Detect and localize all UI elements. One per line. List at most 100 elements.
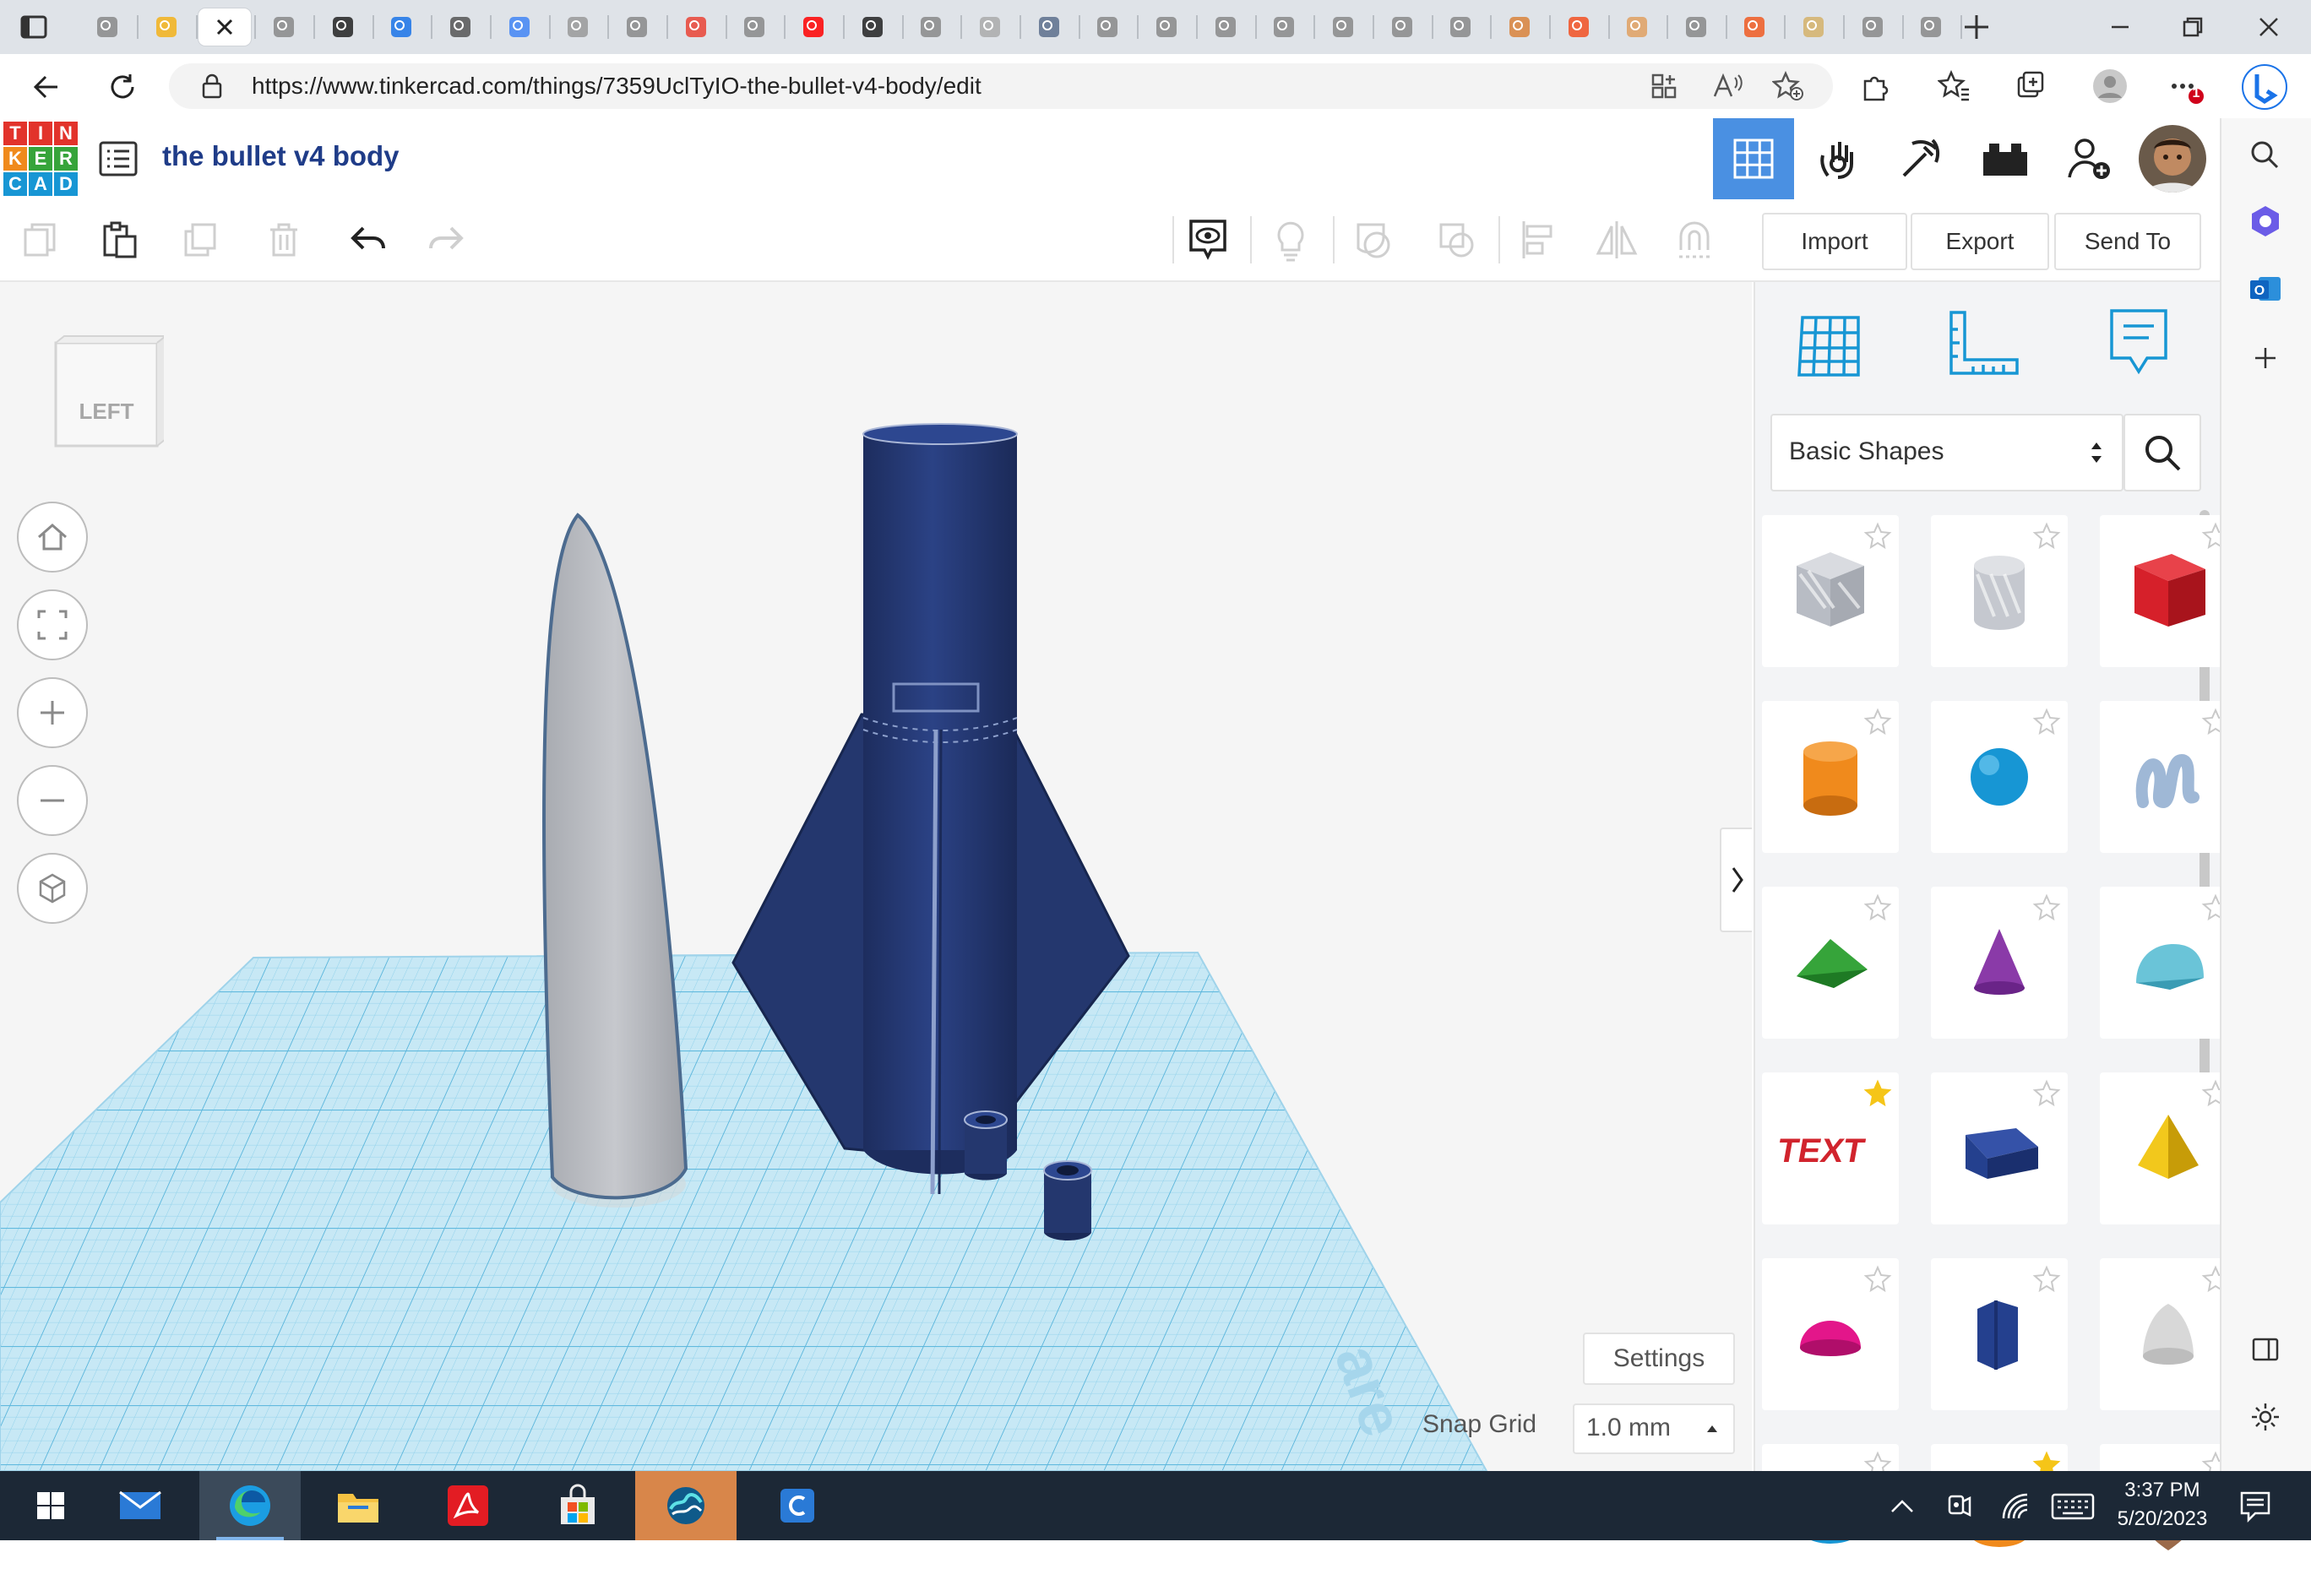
browser-tab[interactable]: [846, 8, 899, 46]
browser-tab[interactable]: [375, 8, 427, 46]
shape-pyramid[interactable]: [2100, 1072, 2237, 1224]
browser-tab[interactable]: [1140, 8, 1193, 46]
shape-cone[interactable]: [1931, 887, 2068, 1039]
fit-view-button[interactable]: [17, 589, 88, 660]
sidebar-add-icon[interactable]: [2247, 339, 2284, 377]
sidebar-settings-icon[interactable]: [2247, 1398, 2284, 1436]
ruler-tool-button[interactable]: [1943, 306, 2024, 382]
notes-tool-button[interactable]: [2105, 306, 2172, 382]
blocks-button[interactable]: [1880, 118, 1961, 199]
favorites-icon[interactable]: [1938, 69, 1971, 103]
browser-tab[interactable]: [1552, 8, 1605, 46]
nosecone-shape[interactable]: [541, 513, 688, 1208]
touch-keyboard-icon[interactable]: [2051, 1491, 2095, 1522]
browser-tab[interactable]: [434, 8, 487, 46]
bricks-button[interactable]: [1965, 118, 2046, 199]
browser-tab[interactable]: [317, 8, 369, 46]
favorite-star-icon[interactable]: [2032, 708, 2061, 736]
group-button[interactable]: [1340, 206, 1407, 274]
browser-tab[interactable]: [493, 8, 546, 46]
shape-paraboloid[interactable]: [2100, 1258, 2237, 1410]
browser-tab[interactable]: [728, 8, 780, 46]
start-button[interactable]: [0, 1471, 101, 1540]
lock-icon[interactable]: [199, 73, 225, 100]
sim-lab-button[interactable]: [1797, 118, 1879, 199]
edge-app-button[interactable]: [199, 1471, 301, 1540]
projection-toggle-button[interactable]: [17, 853, 88, 924]
shape-box-hole[interactable]: [1762, 515, 1899, 667]
favorite-star-icon[interactable]: [1863, 893, 1892, 922]
shape-half-sphere[interactable]: [1762, 1258, 1899, 1410]
shape-round-roof[interactable]: [2100, 887, 2237, 1039]
app-button-active[interactable]: [635, 1471, 737, 1540]
favorite-star-icon[interactable]: [2032, 1079, 2061, 1108]
notes-visibility-button[interactable]: [1174, 206, 1242, 274]
browser-tab[interactable]: [1787, 8, 1840, 46]
cruise-button[interactable]: [1662, 206, 1730, 274]
duplicate-button[interactable]: [167, 206, 235, 274]
shape-polygon[interactable]: [1931, 1258, 2068, 1410]
browser-tab[interactable]: [1670, 8, 1722, 46]
new-tab-icon[interactable]: [1960, 10, 1993, 44]
browser-tab[interactable]: [905, 8, 957, 46]
add-favorite-icon[interactable]: [1772, 71, 1804, 101]
browser-tab[interactable]: [1611, 8, 1663, 46]
browser-tab[interactable]: [964, 8, 1016, 46]
shape-search-button[interactable]: [2123, 414, 2201, 491]
export-button[interactable]: Export: [1911, 213, 2049, 270]
browser-tab[interactable]: [258, 8, 310, 46]
browser-tab[interactable]: [1258, 8, 1310, 46]
align-button[interactable]: [1504, 206, 1571, 274]
mail-app-button[interactable]: [90, 1471, 191, 1540]
wifi-icon[interactable]: [1998, 1490, 2032, 1523]
zoom-out-button[interactable]: [17, 765, 88, 836]
notification-center-icon[interactable]: [2237, 1488, 2274, 1525]
collections-icon[interactable]: [2014, 69, 2047, 103]
browser-tab[interactable]: [1493, 8, 1546, 46]
workplane-viewport[interactable]: are LEFT Settings Snap Grid 1.0 mm: [0, 282, 1752, 1471]
settings-button[interactable]: Settings: [1583, 1333, 1735, 1385]
shape-sphere[interactable]: [1931, 701, 2068, 853]
file-explorer-button[interactable]: [307, 1471, 409, 1540]
browser-tab[interactable]: [670, 8, 722, 46]
c-app-button[interactable]: [747, 1471, 848, 1540]
sidebar-search-icon[interactable]: [2247, 137, 2284, 174]
shape-cylinder[interactable]: [1762, 701, 1899, 853]
favorite-star-icon[interactable]: [2032, 1265, 2061, 1294]
browser-tab[interactable]: [552, 8, 604, 46]
browser-tab[interactable]: [1846, 8, 1899, 46]
restore-icon[interactable]: [2176, 10, 2210, 44]
browser-tab[interactable]: [81, 8, 133, 46]
undo-button[interactable]: [334, 206, 402, 274]
sidebar-discover-icon[interactable]: [2247, 203, 2284, 240]
app-available-icon[interactable]: [1649, 71, 1679, 101]
sidebar-split-icon[interactable]: [2247, 1331, 2284, 1368]
shape-box[interactable]: [2100, 515, 2237, 667]
view-cube[interactable]: LEFT: [49, 333, 164, 454]
system-clock[interactable]: 3:37 PM 5/20/2023: [2103, 1476, 2221, 1534]
read-aloud-icon[interactable]: [1711, 71, 1743, 101]
favorite-star-icon[interactable]: [1863, 1265, 1892, 1294]
favorite-star-icon[interactable]: [2032, 893, 2061, 922]
browser-tab[interactable]: [1199, 8, 1252, 46]
design-list-icon[interactable]: [98, 140, 139, 177]
mirror-button[interactable]: [1583, 206, 1650, 274]
show-hidden-icons[interactable]: [1887, 1491, 1917, 1522]
url-text[interactable]: https://www.tinkercad.com/things/7359Ucl…: [252, 71, 981, 101]
refresh-icon[interactable]: [105, 69, 140, 105]
favorite-star-icon[interactable]: [2032, 522, 2061, 551]
user-avatar[interactable]: [2132, 118, 2213, 199]
shape-scribble[interactable]: [2100, 701, 2237, 853]
browser-tab[interactable]: [1317, 8, 1369, 46]
store-app-button[interactable]: [527, 1471, 628, 1540]
send-to-button[interactable]: Send To: [2054, 213, 2201, 270]
meet-now-icon[interactable]: [1943, 1490, 1977, 1523]
shape-library-select[interactable]: Basic Shapes: [1770, 414, 2123, 491]
extensions-icon[interactable]: [1858, 69, 1892, 103]
close-tab-icon[interactable]: [213, 15, 237, 39]
ungroup-button[interactable]: [1422, 206, 1490, 274]
collapse-panel-button[interactable]: [1720, 828, 1752, 932]
copy-button[interactable]: [7, 206, 74, 274]
workplane-tool-button[interactable]: [1792, 306, 1868, 382]
browser-tab[interactable]: [1728, 8, 1781, 46]
